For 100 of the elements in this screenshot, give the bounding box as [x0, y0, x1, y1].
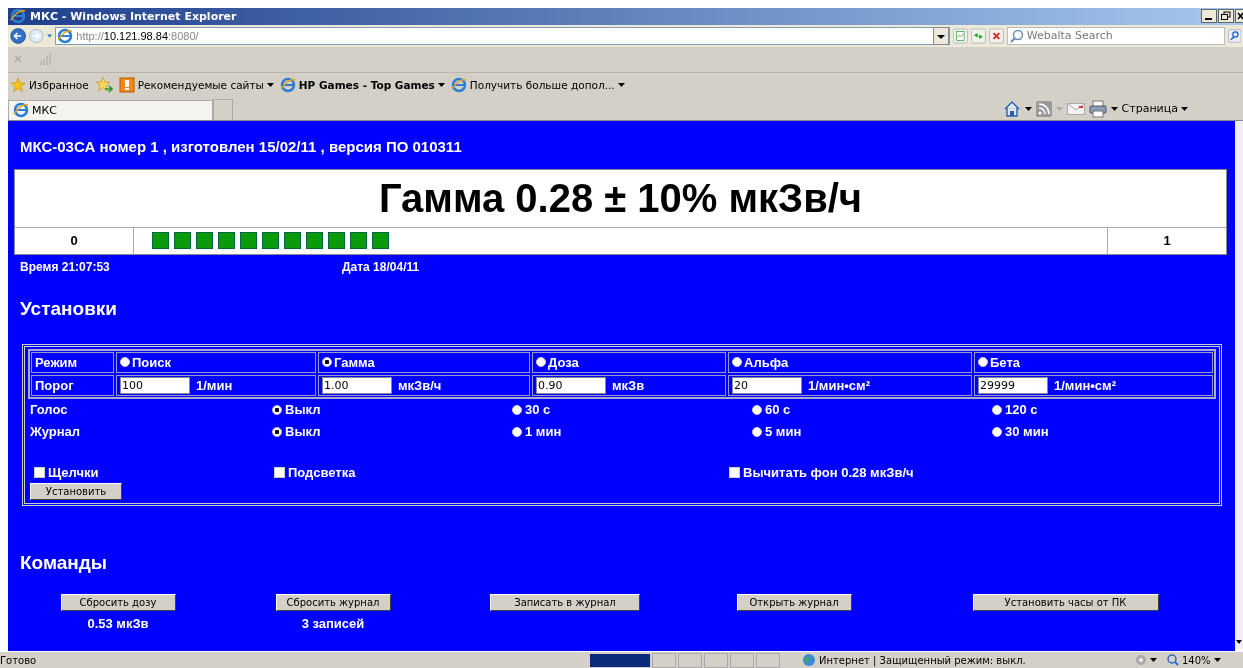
window-title: МКС - Windows Internet Explorer: [30, 10, 237, 23]
threshold-field[interactable]: 1.00: [322, 376, 392, 394]
checkbox-label[interactable]: Подсветка: [288, 465, 356, 481]
radio-button[interactable]: [272, 404, 282, 415]
mode-option[interactable]: Гамма: [334, 354, 375, 370]
radio-button[interactable]: [272, 426, 282, 437]
command-button[interactable]: Установить часы от ПК: [972, 593, 1159, 611]
stop-button[interactable]: [988, 25, 1004, 46]
threshold-field[interactable]: 29999: [978, 376, 1048, 394]
apply-button[interactable]: Установить: [30, 482, 122, 500]
favorites-item[interactable]: Избранное: [10, 76, 89, 93]
radio-option[interactable]: 30 мин: [1005, 424, 1049, 440]
browser-icon: [450, 76, 467, 93]
device-header: МКС-03СА номер 1 , изготовлен 15/02/11 , версия ПО 010311: [19, 136, 463, 157]
command-value: 0.53 мкЗв: [87, 615, 149, 631]
caret-icon: [1213, 658, 1221, 662]
favorites-item[interactable]: Рекомендуемые сайты: [118, 76, 274, 93]
command-button[interactable]: Открыть журнал: [736, 593, 852, 611]
command-button[interactable]: Записать в журнал: [490, 593, 640, 611]
address-field[interactable]: http://10.121.98.84:8080/: [55, 26, 951, 45]
mail-icon[interactable]: [1066, 102, 1085, 115]
browser-icon: [279, 76, 296, 93]
status-pane: [730, 652, 754, 668]
refresh-button[interactable]: [971, 25, 986, 46]
radio-option[interactable]: 1 мин: [525, 424, 562, 440]
radio-option[interactable]: 120 с: [1005, 402, 1038, 418]
row-label: Порог: [31, 374, 114, 396]
unit-label: мкЗв/ч: [398, 377, 442, 393]
radio-button[interactable]: [752, 426, 762, 437]
print-icon[interactable]: [1088, 99, 1107, 118]
page-menu[interactable]: Страница: [1121, 102, 1188, 116]
site-icon: [118, 76, 135, 93]
command-button[interactable]: Сбросить журнал: [275, 593, 391, 611]
mode-option[interactable]: Доза: [548, 354, 579, 370]
radio-option[interactable]: 60 с: [765, 402, 791, 418]
row-label: Голос: [30, 402, 69, 418]
checkbox[interactable]: [34, 467, 45, 479]
home-icon[interactable]: [1002, 99, 1021, 118]
progress-panel: [590, 653, 650, 667]
radio-button[interactable]: [512, 426, 522, 437]
caret-icon: [437, 82, 445, 87]
signal-icon: [40, 53, 52, 66]
browser-icon: [57, 27, 74, 44]
search-icon: [1009, 28, 1024, 43]
status-pane: [756, 652, 780, 668]
browser-icon: [10, 8, 26, 25]
threshold-field[interactable]: 0.90: [536, 376, 606, 394]
checkbox[interactable]: [274, 467, 285, 479]
unit-label: 1/мин•см²: [1054, 377, 1117, 393]
caret-icon[interactable]: [1024, 106, 1032, 111]
unit-label: 1/мин: [196, 377, 233, 393]
security-zone: Интернет | Защищенный режим: выкл.: [802, 653, 1132, 667]
favorites-item[interactable]: HP Games - Top Games: [279, 76, 445, 93]
mode-option[interactable]: Альфа: [744, 354, 789, 370]
caret-icon: [1181, 106, 1188, 111]
checkbox-label[interactable]: Вычитать фон 0.28 мкЗв/ч: [743, 465, 914, 481]
search-field[interactable]: Webalta Search: [1006, 26, 1225, 45]
scrollbar[interactable]: [1235, 120, 1243, 649]
radio-button[interactable]: [512, 404, 522, 415]
favorites-item[interactable]: Получить больше допол...: [450, 76, 625, 93]
radio-option[interactable]: 30 с: [525, 402, 551, 418]
unit-label: 1/мин•см²: [808, 377, 871, 393]
radio-button[interactable]: [992, 426, 1002, 437]
checkbox[interactable]: [729, 467, 740, 479]
caret-icon[interactable]: [1150, 658, 1157, 662]
command-value: 3 записей: [301, 615, 365, 631]
add-favorite-icon[interactable]: [94, 75, 113, 94]
zoom-control[interactable]: 140%: [1167, 654, 1221, 666]
section-title: Команды: [19, 550, 109, 575]
status-pane: [704, 652, 728, 668]
globe-icon: [802, 653, 816, 667]
dropdown-button[interactable]: [933, 26, 950, 45]
radio-option[interactable]: 5 мин: [765, 424, 802, 440]
radio-option[interactable]: Выкл: [285, 424, 321, 440]
mode-option[interactable]: Бета: [990, 354, 1020, 370]
status-pane: [652, 652, 676, 668]
scale-min: 0: [15, 227, 134, 254]
row-label: Журнал: [30, 424, 82, 440]
row-label: Режим: [31, 351, 114, 373]
threshold-field[interactable]: 20: [732, 376, 802, 394]
radio-button[interactable]: [978, 357, 988, 368]
radio-button[interactable]: [992, 404, 1002, 415]
mode-option[interactable]: Поиск: [132, 354, 171, 370]
command-button[interactable]: Сбросить дозу: [60, 593, 176, 611]
radio-button[interactable]: [536, 357, 546, 368]
caret-icon[interactable]: [1110, 106, 1118, 111]
minimize-button[interactable]: [1201, 9, 1217, 24]
browser-tab[interactable]: МКС: [8, 99, 213, 120]
search-button[interactable]: [1227, 26, 1241, 45]
radio-button[interactable]: [732, 357, 742, 368]
radio-button[interactable]: [322, 357, 332, 368]
radio-option[interactable]: Выкл: [285, 402, 321, 418]
radio-button[interactable]: [120, 357, 130, 368]
threshold-field[interactable]: 100: [120, 376, 190, 394]
close-button[interactable]: [1235, 9, 1243, 24]
zoom-icon: [1167, 654, 1179, 666]
star-icon: [10, 76, 26, 93]
checkbox-label[interactable]: Щелчки: [48, 465, 99, 481]
radio-button[interactable]: [752, 404, 762, 415]
time-label: Время 21:07:53: [20, 259, 111, 276]
